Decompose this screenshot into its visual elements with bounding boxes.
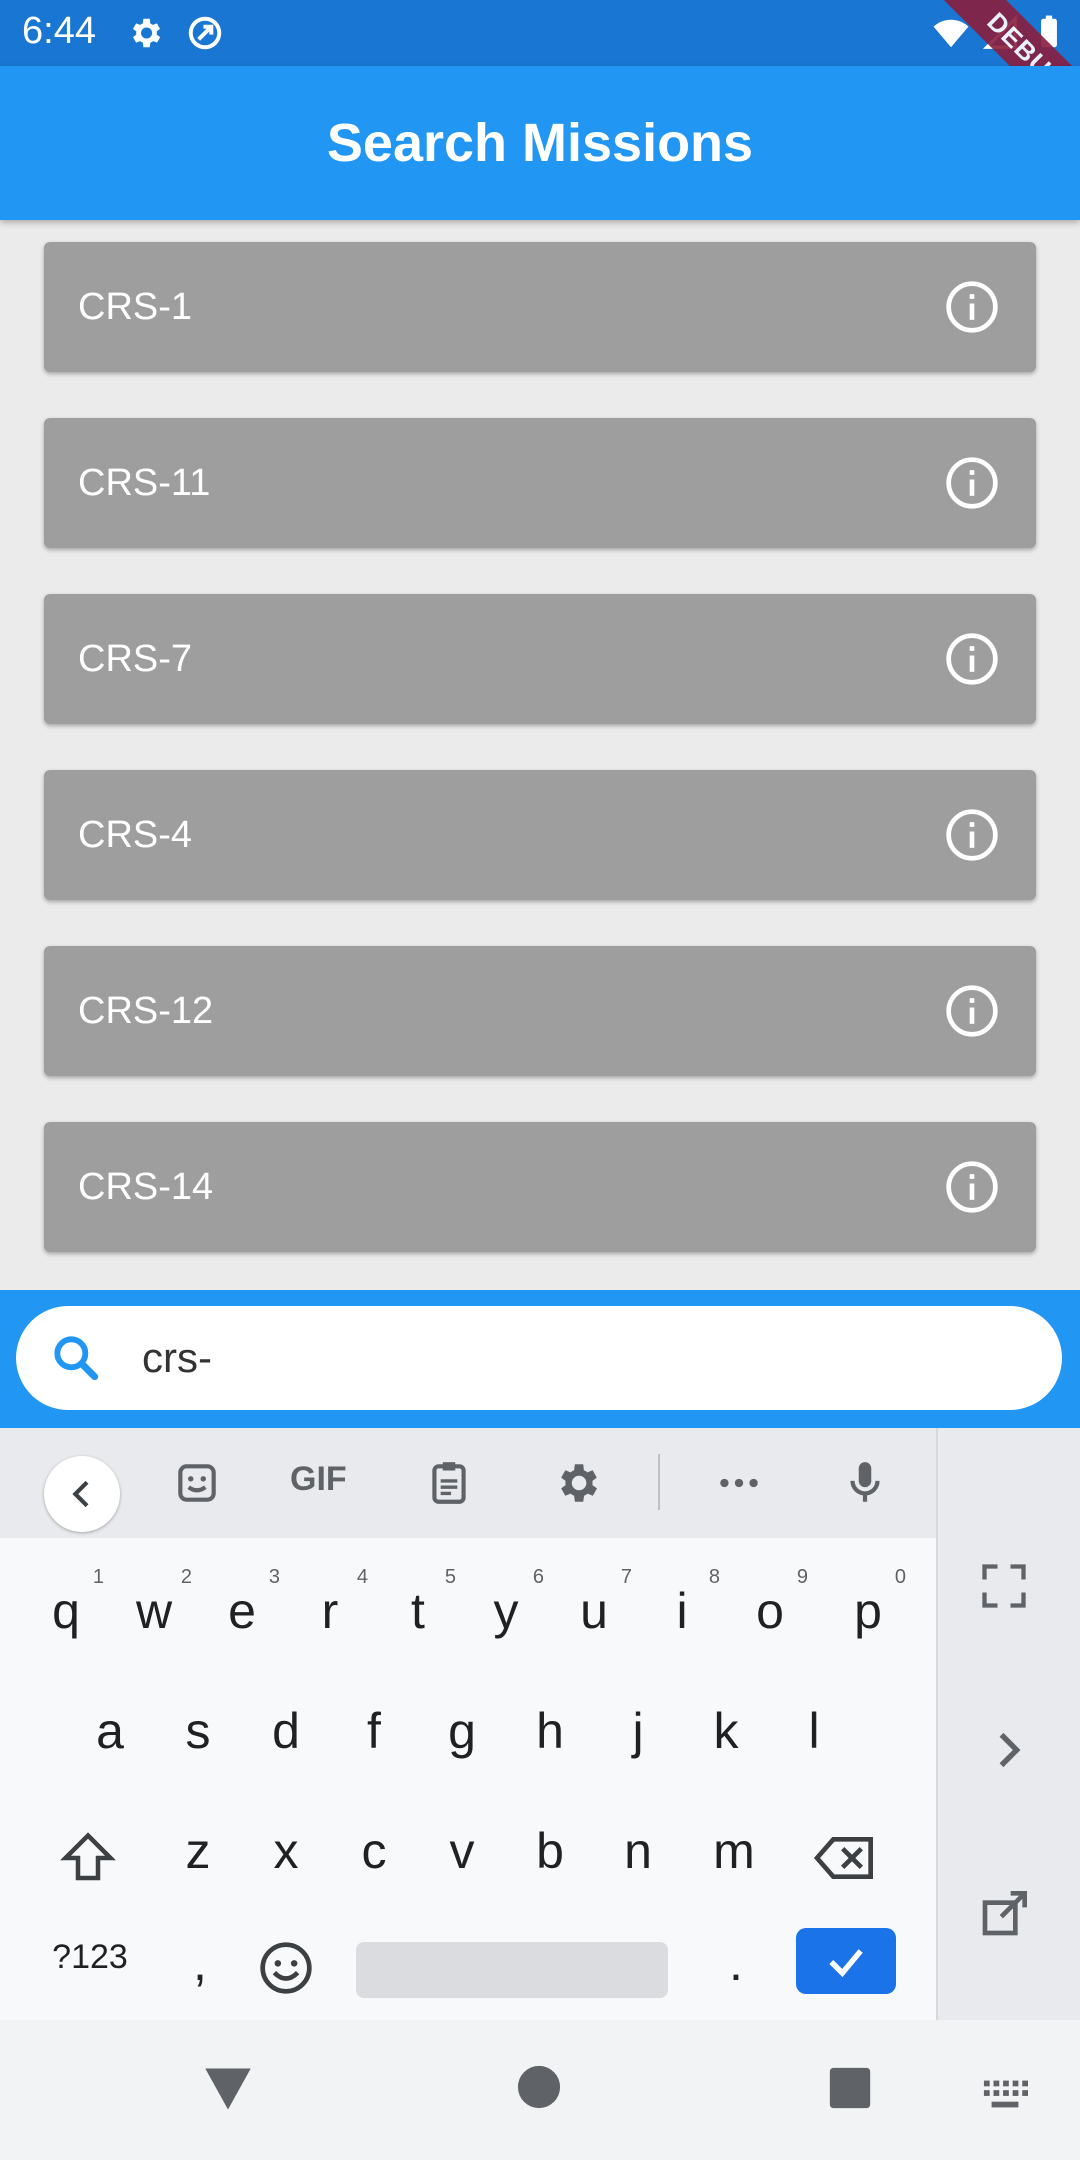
floating-keyboard-icon[interactable] bbox=[978, 1884, 1034, 1940]
microphone-icon[interactable] bbox=[840, 1458, 890, 1508]
on-screen-keyboard: GIF q1 w2 e3 r 4 t 5 y 6 u 7 i 8 o 9 p 0… bbox=[0, 1428, 1080, 2020]
keyboard-switch-icon[interactable] bbox=[982, 2078, 1028, 2110]
toolbar-divider bbox=[658, 1454, 660, 1510]
chevron-left-icon bbox=[72, 1480, 89, 1508]
status-bar: 6:44 DEBUG bbox=[0, 0, 1080, 149]
search-value: crs- bbox=[142, 1334, 212, 1381]
page-title: Search Missions bbox=[326, 113, 754, 173]
key-e[interactable]: e3 bbox=[198, 1566, 286, 1640]
key-u[interactable]: u7 bbox=[550, 1566, 638, 1640]
search-icon bbox=[54, 1336, 99, 1381]
key-p[interactable]: p0 bbox=[824, 1566, 912, 1640]
key-n[interactable]: n bbox=[594, 1822, 682, 1880]
mission-card[interactable]: CRS-4 bbox=[44, 770, 1036, 900]
key-k[interactable]: k bbox=[682, 1702, 770, 1760]
mission-card[interactable]: CRS-14 bbox=[44, 1122, 1036, 1252]
symbols-key[interactable]: ?123 bbox=[42, 1938, 138, 1977]
key-h[interactable]: h bbox=[506, 1702, 594, 1760]
mission-label: CRS-11 bbox=[78, 462, 211, 504]
backspace-icon[interactable] bbox=[812, 1830, 878, 1886]
sticker-icon[interactable] bbox=[172, 1458, 222, 1508]
key-g[interactable]: g bbox=[418, 1702, 506, 1760]
mission-label: CRS-7 bbox=[78, 638, 193, 680]
toolbar-back-button[interactable] bbox=[44, 1456, 120, 1532]
key-d[interactable]: d bbox=[242, 1702, 330, 1760]
back-nav-icon[interactable] bbox=[200, 2064, 256, 2114]
key-a[interactable]: a bbox=[66, 1702, 154, 1760]
key-r[interactable]: r4 bbox=[286, 1566, 374, 1640]
navigation-bar bbox=[0, 2020, 1080, 2160]
clipboard-icon[interactable] bbox=[424, 1458, 474, 1508]
mission-label: CRS-4 bbox=[78, 814, 193, 856]
info-icon[interactable] bbox=[944, 1159, 1000, 1215]
key-z[interactable]: z bbox=[154, 1822, 242, 1880]
home-nav-icon[interactable] bbox=[516, 2064, 562, 2110]
sync-icon bbox=[188, 16, 222, 50]
keyboard-keys: q1 w2 e3 r4 t5 y6 u7 i8 o9 p0 a s d f g … bbox=[0, 1538, 936, 2020]
keyboard-side-panel bbox=[936, 1428, 1080, 2020]
mission-label: CRS-1 bbox=[78, 286, 193, 328]
gif-button[interactable]: GIF bbox=[290, 1460, 347, 1499]
search-input[interactable]: crs- bbox=[16, 1306, 1062, 1410]
key-b[interactable]: b bbox=[506, 1822, 594, 1880]
key-j[interactable]: j bbox=[594, 1702, 682, 1760]
mission-label: CRS-12 bbox=[78, 990, 214, 1032]
mission-label: CRS-14 bbox=[78, 1166, 214, 1208]
mission-card[interactable]: CRS-12 bbox=[44, 946, 1036, 1076]
expand-icon[interactable] bbox=[978, 1560, 1030, 1612]
key-o[interactable]: o9 bbox=[726, 1566, 814, 1640]
info-icon[interactable] bbox=[944, 983, 1000, 1039]
checkmark-icon bbox=[829, 1949, 863, 1978]
info-icon[interactable] bbox=[944, 807, 1000, 863]
mission-list: CRS-1 CRS-11 CRS-7 CRS-4 CRS-12 CRS-14 bbox=[0, 220, 1080, 1290]
info-icon[interactable] bbox=[944, 279, 1000, 335]
enter-button[interactable] bbox=[796, 1928, 896, 1994]
key-f[interactable]: f bbox=[330, 1702, 418, 1760]
mission-card[interactable]: CRS-1 bbox=[44, 242, 1036, 372]
key-i[interactable]: i8 bbox=[638, 1566, 726, 1640]
gear-icon bbox=[132, 18, 161, 48]
chevron-right-icon[interactable] bbox=[982, 1724, 1034, 1776]
search-bar: crs- bbox=[0, 1290, 1080, 1428]
key-x[interactable]: x bbox=[242, 1822, 330, 1880]
info-icon[interactable] bbox=[944, 631, 1000, 687]
shift-icon[interactable] bbox=[58, 1828, 118, 1888]
key-v[interactable]: v bbox=[418, 1822, 506, 1880]
recents-nav-icon[interactable] bbox=[828, 2066, 872, 2110]
info-icon[interactable] bbox=[944, 455, 1000, 511]
space-key[interactable] bbox=[356, 1942, 668, 1998]
key-m[interactable]: m bbox=[690, 1822, 778, 1880]
mission-card[interactable]: CRS-7 bbox=[44, 594, 1036, 724]
key-y[interactable]: y6 bbox=[462, 1566, 550, 1640]
keyboard-settings-icon[interactable] bbox=[552, 1458, 602, 1508]
key-s[interactable]: s bbox=[154, 1702, 242, 1760]
key-w[interactable]: w2 bbox=[110, 1566, 198, 1640]
status-time: 6:44 bbox=[22, 10, 96, 52]
mission-card[interactable]: CRS-11 bbox=[44, 418, 1036, 548]
key-t[interactable]: t5 bbox=[374, 1566, 462, 1640]
keyboard-toolbar: GIF bbox=[0, 1428, 936, 1538]
key-l[interactable]: l bbox=[770, 1702, 858, 1760]
key-q[interactable]: q1 bbox=[22, 1566, 110, 1640]
key-period[interactable]: . bbox=[692, 1934, 780, 1992]
app-bar: Search Missions bbox=[0, 66, 1080, 220]
key-comma[interactable]: , bbox=[156, 1934, 244, 1992]
more-icon[interactable] bbox=[714, 1458, 764, 1508]
emoji-icon[interactable] bbox=[258, 1940, 314, 1996]
key-c[interactable]: c bbox=[330, 1822, 418, 1880]
